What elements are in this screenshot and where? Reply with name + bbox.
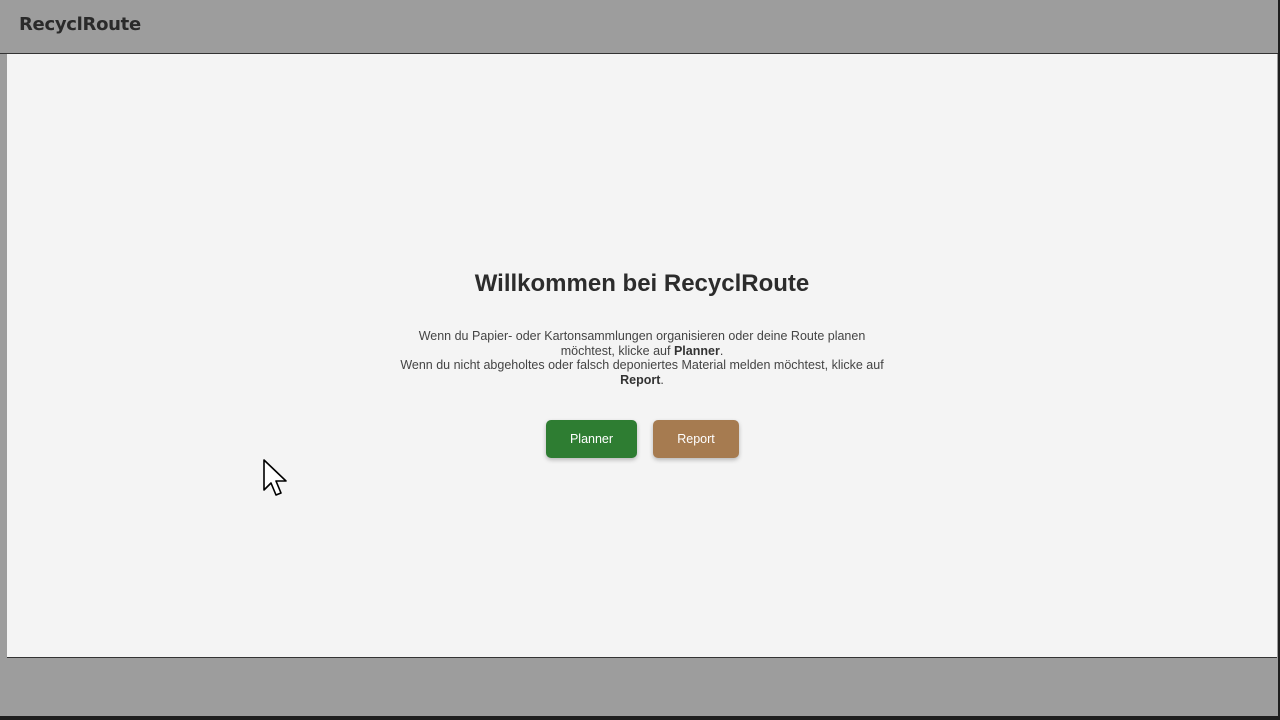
- page-title: Willkommen bei RecyclRoute: [474, 270, 810, 297]
- description-line1-text: Wenn du Papier- oder Kartonsammlungen or…: [418, 329, 866, 358]
- brand-logo-text[interactable]: RecyclRoute: [19, 14, 141, 35]
- description-report-bold: Report: [620, 372, 661, 387]
- report-button[interactable]: Report: [653, 420, 739, 458]
- mouse-pointer-icon: [263, 459, 287, 496]
- app-header: RecyclRoute: [0, 0, 1278, 54]
- planner-button[interactable]: Planner: [546, 420, 637, 458]
- welcome-description: Wenn du Papier- oder Kartonsammlungen or…: [392, 329, 892, 387]
- description-line2-end: .: [660, 372, 664, 387]
- welcome-section: Willkommen bei RecyclRoute Wenn du Papie…: [7, 54, 1277, 657]
- app-footer: [0, 658, 1278, 716]
- main-content: Willkommen bei RecyclRoute Wenn du Papie…: [7, 54, 1277, 658]
- description-planner-bold: Planner: [673, 343, 720, 358]
- description-line1-end: .: [719, 343, 724, 358]
- description-line2-text: Wenn du nicht abgeholtes oder falsch dep…: [400, 358, 884, 372]
- app-window: RecyclRoute Willkommen bei RecyclRoute W…: [0, 0, 1280, 720]
